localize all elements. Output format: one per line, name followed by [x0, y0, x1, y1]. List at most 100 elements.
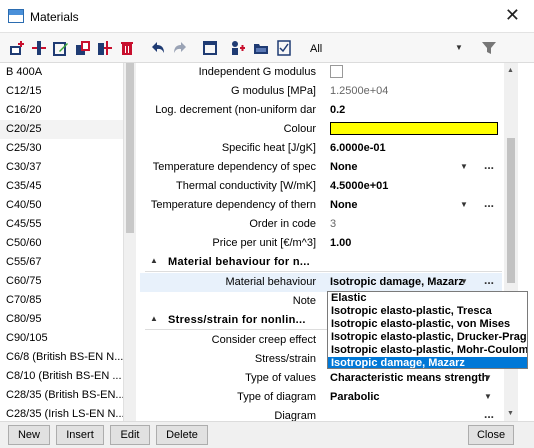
new-icon[interactable] [9, 40, 25, 56]
close-button[interactable]: Close [468, 425, 514, 445]
copy-icon[interactable] [75, 40, 91, 56]
filter-dropdown-icon[interactable]: ▼ [455, 43, 471, 59]
list-item[interactable]: C8/10 (British BS-EN ... [0, 367, 123, 386]
dropdown-option[interactable]: Isotropic elasto-plastic, von Mises [328, 318, 527, 331]
list-item[interactable]: C45/55 [0, 215, 123, 234]
section-material-behaviour[interactable]: ▲ Material behaviour for n... [140, 253, 502, 273]
users-icon[interactable] [230, 40, 246, 56]
more-button[interactable]: ... [484, 158, 494, 172]
paste-icon[interactable] [97, 40, 113, 56]
temp-dep-spec-select[interactable]: None [330, 161, 358, 173]
list-item[interactable]: C60/75 [0, 272, 123, 291]
list-item[interactable]: C30/37 [0, 158, 123, 177]
section-title: Stress/strain for nonlin... [168, 314, 306, 326]
section-divider [145, 271, 502, 272]
dropdown-option[interactable]: Isotropic elasto-plastic, Drucker-Prager [328, 331, 527, 344]
row-colour: Colour [140, 120, 502, 139]
independent-g-label: Independent G modulus [198, 66, 316, 78]
type-diagram-select[interactable]: Parabolic [330, 391, 380, 403]
section-title: Material behaviour for n... [168, 256, 310, 268]
row-type-values: Type of values Characteristic means stre… [140, 369, 502, 388]
insert-icon[interactable] [31, 40, 47, 56]
list-item[interactable]: C25/30 [0, 139, 123, 158]
diagram-label: Diagram [274, 410, 316, 421]
window-close-button[interactable]: ✕ [505, 5, 520, 26]
independent-g-checkbox[interactable] [330, 65, 343, 78]
filter-icon[interactable] [481, 40, 497, 56]
filter-label[interactable]: All [310, 43, 322, 55]
thermal-cond-value[interactable]: 4.5000e+01 [330, 180, 388, 192]
list-item[interactable]: C28/35 (British BS-EN... [0, 386, 123, 405]
check-icon[interactable] [276, 40, 292, 56]
list-item[interactable]: C16/20 [0, 101, 123, 120]
list-item[interactable]: C40/50 [0, 196, 123, 215]
type-values-select[interactable]: Characteristic means strength [330, 372, 488, 384]
list-scrollbar[interactable] [124, 63, 136, 421]
row-temp-dep-spec: Temperature dependency of spec None ▼ ..… [140, 158, 502, 177]
table-icon[interactable] [202, 40, 218, 56]
list-item[interactable]: C55/67 [0, 253, 123, 272]
new-button[interactable]: New [8, 425, 50, 445]
window-title: Materials [30, 10, 79, 24]
list-item[interactable]: C12/15 [0, 82, 123, 101]
more-button[interactable]: ... [484, 407, 494, 421]
open-icon[interactable] [253, 40, 269, 56]
specific-heat-value[interactable]: 6.0000e-01 [330, 142, 386, 154]
dropdown-option-highlighted[interactable]: Isotropic damage, Mazarz [328, 357, 527, 368]
log-decrement-label: Log. decrement (non-uniform dar [155, 104, 316, 116]
price-value[interactable]: 1.00 [330, 237, 351, 249]
log-decrement-value[interactable]: 0.2 [330, 104, 345, 116]
dropdown-option[interactable]: Elastic [328, 292, 527, 305]
row-g-modulus: G modulus [MPa] 1.2500e+04 [140, 82, 502, 101]
undo-icon[interactable] [150, 40, 166, 56]
temp-dep-spec-label: Temperature dependency of spec [152, 161, 316, 173]
collapse-icon[interactable]: ▲ [150, 256, 158, 265]
toolbar: All ▼ [0, 33, 534, 63]
scroll-down-icon[interactable]: ▼ [507, 410, 514, 417]
collapse-icon[interactable]: ▲ [150, 314, 158, 323]
order-in-code-value: 3 [330, 218, 337, 230]
more-button[interactable]: ... [484, 196, 494, 210]
stress-strain-label: Stress/strain [254, 353, 316, 365]
row-specific-heat: Specific heat [J/gK] 6.0000e-01 [140, 139, 502, 158]
dropdown-option[interactable]: Isotropic elasto-plastic, Mohr-Coulomb [328, 344, 527, 357]
list-scrollbar-thumb[interactable] [126, 63, 134, 233]
chevron-down-icon[interactable]: ▼ [460, 200, 468, 209]
list-item[interactable]: C80/95 [0, 310, 123, 329]
edit-icon[interactable] [53, 40, 69, 56]
chevron-down-icon[interactable]: ▼ [460, 162, 468, 171]
chevron-down-icon[interactable]: ▼ [484, 373, 492, 382]
properties-scrollbar-thumb[interactable] [507, 138, 515, 283]
dropdown-option[interactable]: Isotropic elasto-plastic, Tresca [328, 305, 527, 318]
list-item[interactable]: B 400A [0, 63, 123, 82]
more-button[interactable]: ... [484, 273, 494, 287]
scroll-up-icon[interactable]: ▲ [507, 67, 514, 74]
colour-swatch[interactable] [330, 122, 498, 135]
redo-icon[interactable] [172, 40, 188, 56]
row-price: Price per unit [€/m^3] 1.00 [140, 234, 502, 253]
creep-label: Consider creep effect [211, 334, 316, 346]
list-item[interactable]: C28/35 (Irish LS-EN N... [0, 405, 123, 421]
chevron-down-icon[interactable]: ▼ [484, 392, 492, 401]
temp-dep-therm-select[interactable]: None [330, 199, 358, 211]
list-item-selected[interactable]: C20/25 [0, 120, 123, 139]
insert-button[interactable]: Insert [56, 425, 104, 445]
material-behaviour-select[interactable]: Isotropic damage, Mazarz [330, 276, 464, 288]
list-item[interactable]: C70/85 [0, 291, 123, 310]
list-item[interactable]: C90/105 [0, 329, 123, 348]
order-in-code-label: Order in code [249, 218, 316, 230]
app-icon [8, 9, 24, 23]
list-item[interactable]: C35/45 [0, 177, 123, 196]
g-modulus-label: G modulus [MPa] [231, 85, 316, 97]
edit-button[interactable]: Edit [110, 425, 150, 445]
delete-button[interactable]: Delete [156, 425, 208, 445]
materials-list: B 400A C12/15 C16/20 C20/25 C25/30 C30/3… [0, 63, 124, 421]
list-item[interactable]: C6/8 (British BS-EN N... [0, 348, 123, 367]
chevron-down-icon[interactable]: ▼ [460, 277, 468, 286]
g-modulus-value[interactable]: 1.2500e+04 [330, 85, 388, 97]
row-order-in-code: Order in code 3 [140, 215, 502, 234]
type-values-label: Type of values [245, 372, 316, 384]
row-thermal-cond: Thermal conductivity [W/mK] 4.5000e+01 [140, 177, 502, 196]
delete-icon[interactable] [119, 40, 135, 56]
list-item[interactable]: C50/60 [0, 234, 123, 253]
